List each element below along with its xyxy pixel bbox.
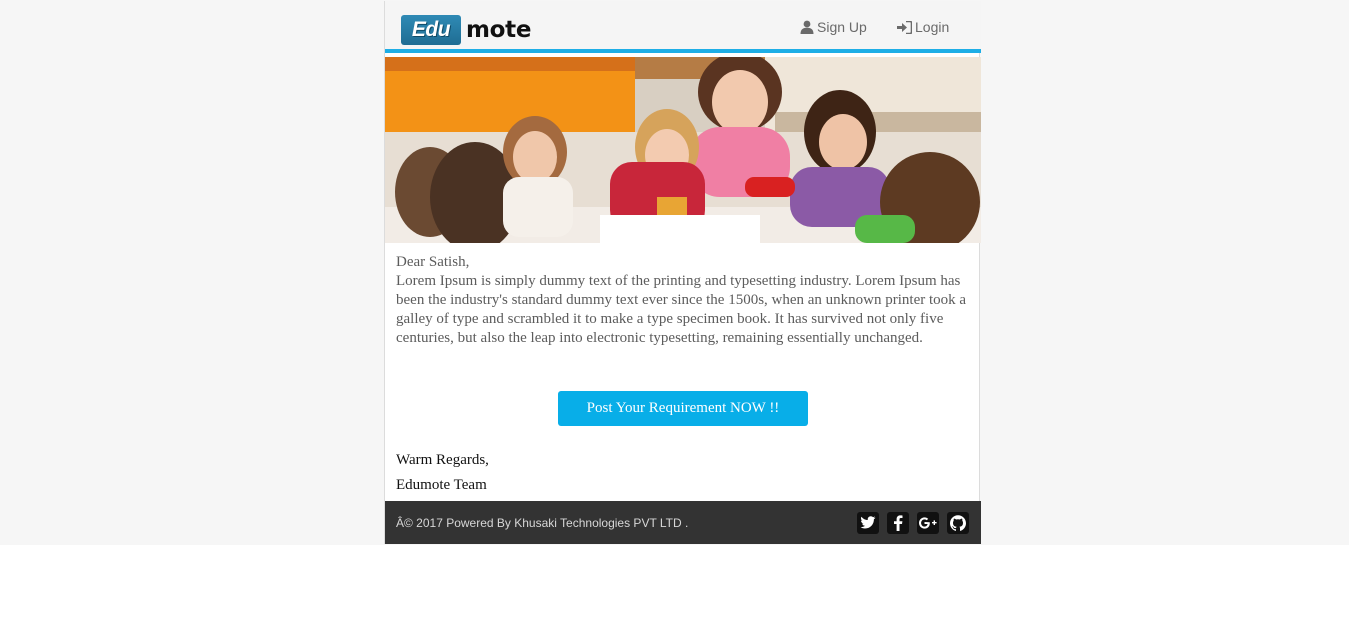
edumote-logo[interactable]: Edu mote xyxy=(401,15,531,45)
sign-in-icon xyxy=(897,20,912,34)
signup-link[interactable]: Sign Up xyxy=(800,19,867,35)
regards-text: Warm Regards, xyxy=(396,452,489,468)
email-footer: Â© 2017 Powered By Khusaki Technologies … xyxy=(385,501,981,544)
hero-image xyxy=(385,57,981,243)
signup-label: Sign Up xyxy=(817,19,867,35)
google-plus-icon[interactable] xyxy=(917,512,939,534)
post-requirement-button[interactable]: Post Your Requirement NOW !! xyxy=(558,391,808,426)
logo-badge-text: Edu xyxy=(411,18,451,41)
body-paragraph: Lorem Ipsum is simply dummy text of the … xyxy=(396,273,967,346)
twitter-icon[interactable] xyxy=(857,512,879,534)
greeting-text: Dear Satish, xyxy=(396,254,470,270)
classroom-photo-icon xyxy=(385,57,981,243)
email-header: Edu mote Sign Up Login xyxy=(385,1,981,53)
logo-wordmark: mote xyxy=(466,17,532,43)
github-icon[interactable] xyxy=(947,512,969,534)
login-label: Login xyxy=(915,19,950,35)
social-links xyxy=(857,512,969,534)
email-body: Dear Satish, Lorem Ipsum is simply dummy… xyxy=(396,253,974,348)
signature: Warm Regards, Edumote Team xyxy=(396,448,489,498)
facebook-icon[interactable] xyxy=(887,512,909,534)
cta-container: Post Your Requirement NOW !! xyxy=(385,391,981,426)
user-icon xyxy=(800,20,814,34)
email-container: Edu mote Sign Up Login Dear Satish, Lore… xyxy=(384,1,981,544)
team-name: Edumote Team xyxy=(396,477,487,493)
login-link[interactable]: Login xyxy=(897,19,949,35)
logo-badge: Edu xyxy=(401,15,461,45)
copyright-text: Â© 2017 Powered By Khusaki Technologies … xyxy=(396,516,689,530)
